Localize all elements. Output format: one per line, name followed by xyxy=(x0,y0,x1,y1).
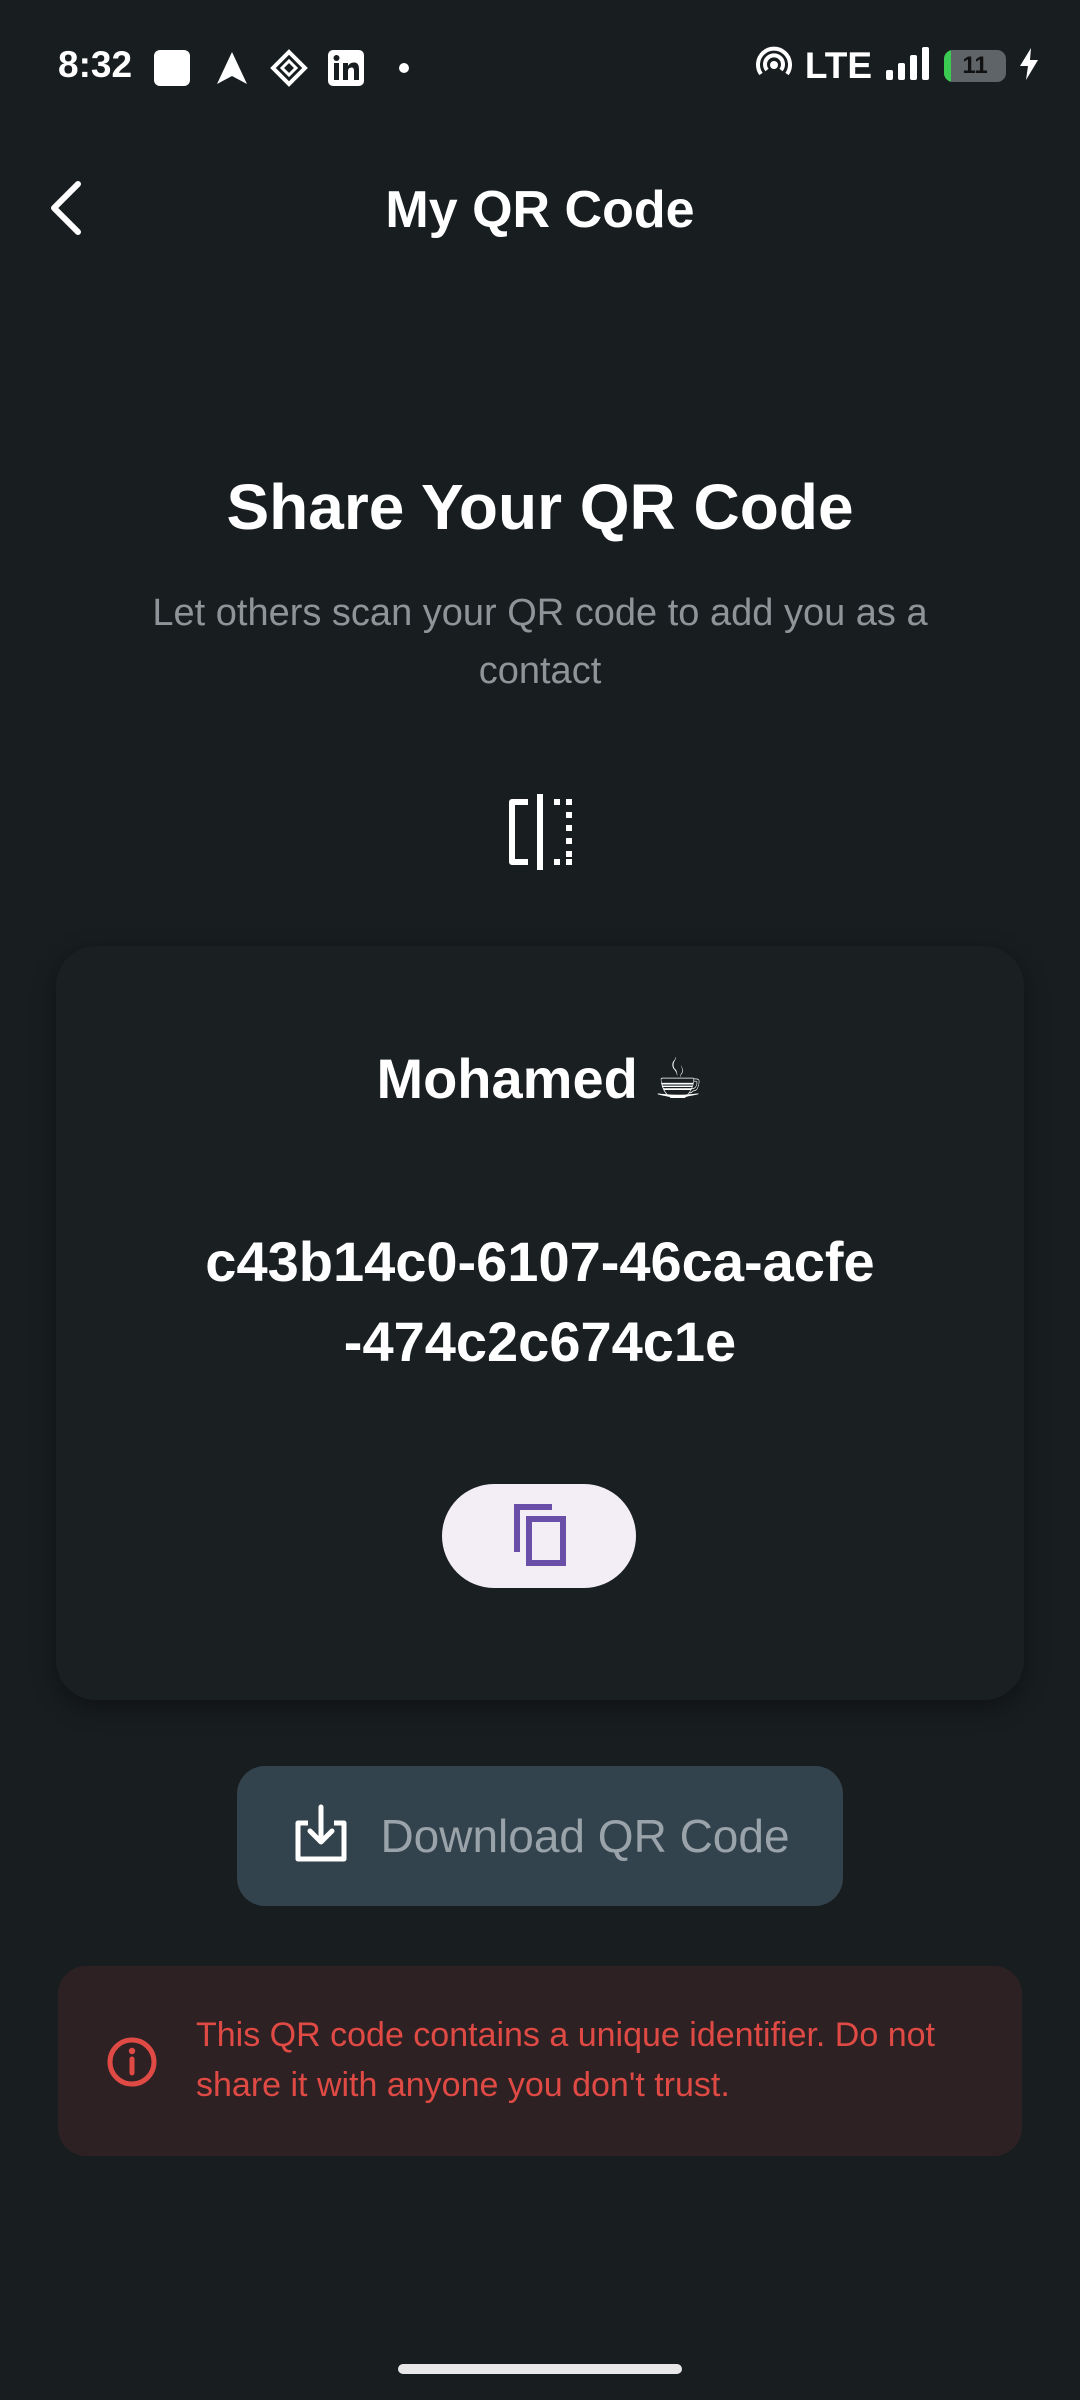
identity-card: Mohamed ☕ c43b14c0-6107-46ca-acfe-474c2c… xyxy=(56,946,1024,1700)
share-subtitle: Let others scan your QR code to add you … xyxy=(152,592,928,692)
status-bar: 8:32 LTE 11 xyxy=(0,0,1080,130)
user-name: Mohamed ☕ xyxy=(376,1047,704,1110)
download-label: Download QR Code xyxy=(380,1810,790,1862)
square-icon xyxy=(152,48,192,88)
charging-bolt-icon xyxy=(1018,47,1040,86)
home-indicator[interactable] xyxy=(398,2364,682,2374)
security-warning: This QR code contains a unique identifie… xyxy=(58,1966,1022,2156)
hotspot-icon xyxy=(755,46,793,87)
user-id: c43b14c0-6107-46ca-acfe-474c2c674c1e xyxy=(205,1230,875,1373)
status-right: LTE 11 xyxy=(755,44,1040,88)
network-type: LTE xyxy=(804,45,872,86)
download-qr-button[interactable]: Download QR Code xyxy=(237,1766,843,1906)
copy-icon xyxy=(509,1501,569,1572)
navigation-arrow-icon xyxy=(212,48,252,88)
info-circle-icon xyxy=(106,2036,158,2088)
screen: 8:32 LTE 11 My QR Code Share Your QR Cod… xyxy=(0,0,1080,2400)
status-time: 8:32 xyxy=(58,44,133,85)
linkedin-icon xyxy=(326,48,366,88)
dot-icon xyxy=(396,48,412,88)
copy-id-button[interactable] xyxy=(442,1484,636,1588)
app-bar: My QR Code xyxy=(0,150,1080,270)
battery-icon: 11 xyxy=(944,50,1006,82)
signal-icon xyxy=(884,46,932,87)
warning-text: This QR code contains a unique identifie… xyxy=(196,2016,935,2104)
download-icon xyxy=(290,1803,352,1870)
share-heading: Share Your QR Code xyxy=(226,471,854,543)
battery-level: 11 xyxy=(962,52,988,79)
flip-mirror-icon[interactable] xyxy=(502,792,578,872)
tiktok-like-icon xyxy=(268,48,310,88)
page-title: My QR Code xyxy=(385,181,695,239)
